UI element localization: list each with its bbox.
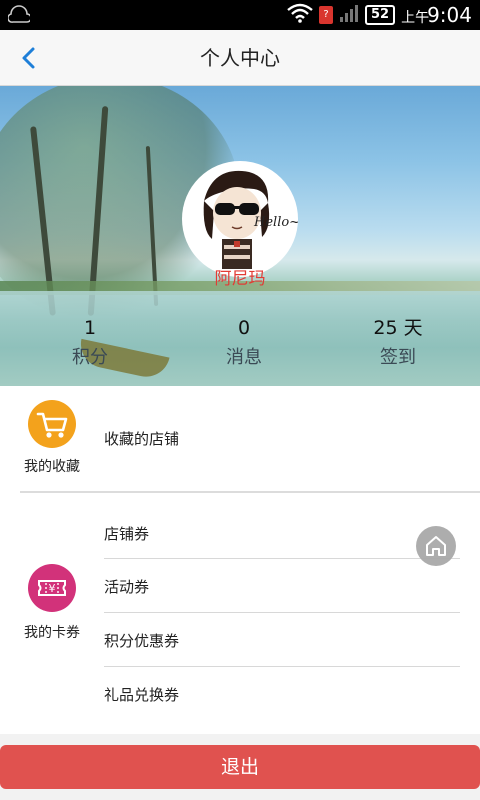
wifi-icon — [287, 3, 313, 27]
clock-time: 9:04 — [427, 3, 472, 27]
logout-area: 退出 — [0, 734, 480, 800]
stat-points-value: 1 — [83, 317, 97, 339]
coupons-label: 我的卡券 — [24, 625, 80, 641]
home-floating-button[interactable] — [416, 526, 456, 566]
avatar[interactable]: Hello~ — [182, 161, 298, 277]
list-item-shop-coupon[interactable]: 店铺券 — [104, 507, 460, 561]
cell-signal-icon — [339, 3, 359, 27]
navigation-bar: 个人中心 — [0, 30, 480, 86]
favorites-section: 我的收藏 收藏的店铺 — [0, 386, 480, 494]
favorites-label: 我的收藏 — [24, 459, 80, 475]
avatar-greeting: Hello~ — [254, 215, 298, 230]
stat-points-label: 积分 — [72, 347, 108, 368]
home-icon — [426, 536, 446, 556]
ticket-glyph: ¥ — [49, 582, 56, 595]
clock-ampm: 上午 — [401, 10, 430, 26]
stat-messages-label: 消息 — [226, 347, 262, 368]
ticket-icon: ¥ — [28, 564, 76, 612]
list-item-points-coupon[interactable]: 积分优惠券 — [104, 614, 460, 668]
profile-stats: 1 积分 0 消息 25 天 签到 — [0, 314, 480, 374]
page-title: 个人中心 — [200, 46, 280, 70]
stat-messages[interactable]: 0 消息 — [184, 314, 304, 374]
status-bar: ? 52 上午9:04 — [0, 0, 480, 30]
list-item-gift-coupon[interactable]: 礼品兑换券 — [104, 668, 460, 722]
coupons-section: ¥ 我的卡券 店铺券 活动券 积分优惠券 礼品兑换券 — [0, 494, 480, 734]
stat-points[interactable]: 1 积分 — [30, 314, 150, 374]
stat-checkin-label: 签到 — [380, 347, 416, 368]
row-divider — [104, 666, 460, 667]
sim-alert-icon: ? — [318, 6, 333, 24]
stat-messages-value: 0 — [237, 317, 251, 339]
row-divider — [104, 612, 460, 613]
section-divider — [20, 491, 480, 493]
stat-checkin-value: 25 天 — [373, 317, 423, 339]
username: 阿尼玛 — [214, 269, 266, 289]
logout-button[interactable]: 退出 — [0, 745, 480, 789]
shopping-cart-icon — [28, 400, 76, 448]
list-item-activity-coupon[interactable]: 活动券 — [104, 560, 460, 614]
stat-checkin[interactable]: 25 天 签到 — [338, 314, 458, 374]
profile-header: Hello~ 阿尼玛 1 积分 0 消息 25 天 签到 — [0, 86, 480, 386]
battery-indicator: 52 — [364, 5, 396, 25]
row-divider — [104, 558, 460, 559]
wifi-signal-icon — [7, 5, 32, 23]
list-item-favorite-shops[interactable]: 收藏的店铺 — [104, 412, 460, 466]
